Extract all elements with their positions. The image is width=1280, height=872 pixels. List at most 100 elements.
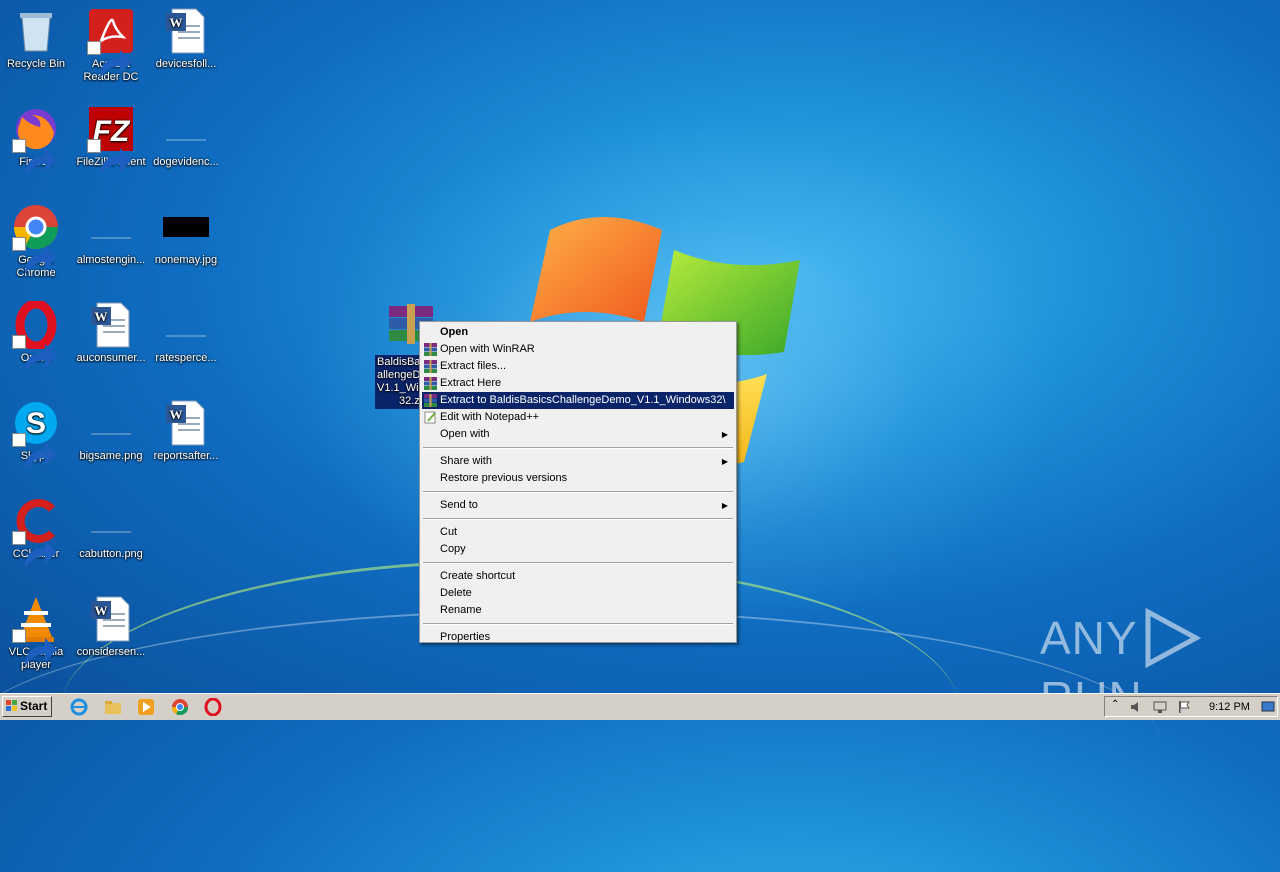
shortcut-arrow-icon <box>87 41 132 78</box>
menu-item-extract-files[interactable]: Extract files... <box>422 358 734 375</box>
menu-separator <box>423 518 733 520</box>
desktop-icon-label: ratesperce... <box>155 352 217 364</box>
word-doc-icon: W <box>162 399 210 447</box>
wallpaper-swoosh <box>0 610 1160 872</box>
system-tray: ⌃ <box>1104 696 1278 717</box>
volume-icon[interactable] <box>1129 700 1143 714</box>
network-icon[interactable] <box>1153 700 1167 714</box>
desktop-icon[interactable]: nonemay.jpg <box>150 203 222 267</box>
desktop-icon[interactable]: Acrobat Reader DC <box>75 7 147 84</box>
desktop-icon[interactable]: Opera <box>0 301 72 372</box>
menu-item-open-with-winrar[interactable]: Open with WinRAR <box>422 341 734 358</box>
shortcut-arrow-icon <box>12 335 57 372</box>
word-doc-icon: W <box>87 301 135 349</box>
menu-separator <box>423 623 733 625</box>
desktop-icon[interactable]: bigsame.png <box>75 399 147 463</box>
menu-item-label: Delete <box>440 587 472 599</box>
winrar-icon <box>424 377 437 390</box>
explorer-folder-icon[interactable] <box>104 698 122 716</box>
desktop-icon[interactable]: Wreportsafter... <box>150 399 222 463</box>
shortcut-arrow-icon <box>12 237 57 274</box>
internet-explorer-icon[interactable] <box>70 698 88 716</box>
menu-item-label: Extract Here <box>440 377 502 389</box>
show-hidden-icons-icon[interactable]: ⌃ <box>1111 699 1119 710</box>
opera-icon[interactable] <box>204 698 222 716</box>
menu-item-rename[interactable]: Rename <box>422 602 734 619</box>
desktop-icon[interactable]: dogevidenc... <box>150 105 222 169</box>
menu-item-label: Share with <box>440 455 492 467</box>
menu-item-send-to[interactable]: Send to ▶ <box>422 497 734 514</box>
desktop-icon-label: almostengin... <box>76 254 146 266</box>
menu-item-restore-previous-versions[interactable]: Restore previous versions <box>422 470 734 487</box>
menu-item-create-shortcut[interactable]: Create shortcut <box>422 568 734 585</box>
menu-item-share-with[interactable]: Share with ▶ <box>422 453 734 470</box>
taskbar: Start ⌃ 9:12 PM <box>0 693 1280 720</box>
shortcut-arrow-icon <box>12 433 57 470</box>
desktop-icon[interactable]: FZ FileZilla Client <box>75 105 147 176</box>
desktop-icon[interactable]: Recycle Bin <box>0 7 72 71</box>
media-player-icon[interactable] <box>137 698 155 716</box>
desktop-icon[interactable]: cabutton.png <box>75 497 147 561</box>
filezilla-icon: FZ <box>87 105 135 176</box>
menu-item-properties[interactable]: Properties <box>422 629 734 646</box>
menu-item-label: Extract files... <box>440 360 507 372</box>
shortcut-arrow-icon <box>87 139 132 176</box>
desktop-icon[interactable]: Wauconsumer... <box>75 301 147 365</box>
desktop-icon-label: Recycle Bin <box>6 58 66 70</box>
desktop-icon[interactable]: ratesperce... <box>150 301 222 365</box>
skype-icon: S <box>12 399 60 470</box>
desktop-icon-label: nonemay.jpg <box>154 254 218 266</box>
menu-item-edit-with-notepad[interactable]: Edit with Notepad++ <box>422 409 734 426</box>
context-menu: Open Open with WinRAR Extract files... Extr… <box>419 321 737 643</box>
menu-item-label: Copy <box>440 543 466 555</box>
menu-item-label: Extract to BaldisBasicsChallengeDemo_V1.… <box>440 394 726 406</box>
desktop-icon-label: dogevidenc... <box>153 156 219 168</box>
submenu-arrow-icon: ▶ <box>721 457 728 466</box>
desktop-icon-label: devicesfoll... <box>155 58 217 70</box>
shortcut-arrow-icon <box>12 531 57 568</box>
watermark-left: ANY <box>1040 612 1138 664</box>
desktop-icon-label: reportsafter... <box>153 450 219 462</box>
menu-item-delete[interactable]: Delete <box>422 585 734 602</box>
menu-item-open[interactable]: Open <box>422 324 734 341</box>
opera-icon <box>12 301 60 372</box>
word-doc-icon: W <box>162 7 210 55</box>
chrome-icon[interactable] <box>171 698 189 716</box>
menu-separator <box>423 491 733 493</box>
menu-item-label: Restore previous versions <box>440 472 568 484</box>
menu-item-cut[interactable]: Cut <box>422 524 734 541</box>
menu-item-label: Open <box>440 326 469 338</box>
image-file-icon <box>162 203 210 251</box>
desktop-icon[interactable]: Wconsidersen... <box>75 595 147 659</box>
anyrun-watermark: ANYRUN <box>1040 608 1280 724</box>
show-desktop-icon[interactable] <box>1261 700 1275 714</box>
menu-item-label: Send to <box>440 499 478 511</box>
acrobat-icon <box>87 7 135 78</box>
desktop-icon-label: bigsame.png <box>79 450 143 462</box>
menu-item-label: Rename <box>440 604 482 616</box>
menu-item-label: Edit with Notepad++ <box>440 411 540 423</box>
desktop-icon[interactable]: CCleaner <box>0 497 72 568</box>
notepadpp-icon <box>424 411 437 424</box>
action-center-flag-icon[interactable] <box>1177 700 1191 714</box>
desktop-icon[interactable]: VLC media player <box>0 595 72 672</box>
svg-text:W: W <box>170 15 183 30</box>
desktop-icon[interactable]: Wdevicesfoll... <box>150 7 222 71</box>
desktop-icon[interactable]: Firefox <box>0 105 72 176</box>
start-button[interactable]: Start <box>2 696 52 717</box>
svg-text:W: W <box>95 309 108 324</box>
menu-item-label: Create shortcut <box>440 570 516 582</box>
clock[interactable]: 9:12 PM <box>1209 701 1250 713</box>
menu-item-extract-here[interactable]: Extract Here <box>422 375 734 392</box>
menu-item-open-with[interactable]: Open with ▶ <box>422 426 734 443</box>
desktop-icon[interactable]: Google Chrome <box>0 203 72 280</box>
menu-item-label: Open with WinRAR <box>440 343 535 355</box>
menu-separator <box>423 447 733 449</box>
desktop-icon[interactable]: almostengin... <box>75 203 147 267</box>
desktop-icon[interactable]: SSkype <box>0 399 72 470</box>
word-doc-icon: W <box>87 595 135 643</box>
menu-item-extract-to-baldisbasicschallengedemo-v1-[interactable]: Extract to BaldisBasicsChallengeDemo_V1.… <box>422 392 734 409</box>
menu-item-copy[interactable]: Copy <box>422 541 734 558</box>
shortcut-arrow-icon <box>12 629 57 666</box>
blank-file-icon <box>87 497 135 545</box>
